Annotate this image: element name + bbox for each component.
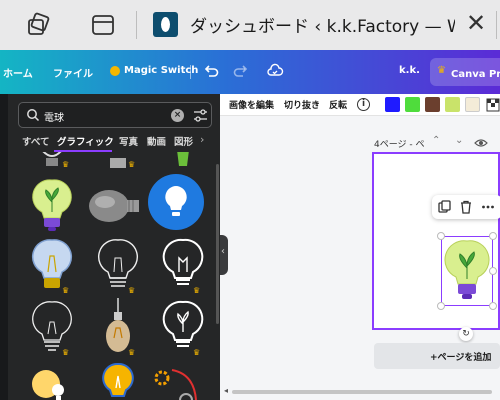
result-item[interactable] (88, 152, 148, 170)
file-menu[interactable]: ファイル (53, 65, 93, 80)
result-item[interactable] (22, 176, 82, 236)
color-swatch[interactable] (385, 97, 400, 112)
tab-separator (496, 11, 497, 39)
result-item[interactable] (153, 236, 213, 296)
canva-pro-label: Canva Proを (451, 69, 500, 80)
duplicate-icon[interactable] (438, 200, 452, 214)
result-item[interactable] (146, 360, 206, 400)
tab-videos[interactable]: 動画 (147, 134, 166, 148)
resize-handle[interactable] (489, 267, 497, 275)
undo-icon[interactable] (202, 62, 220, 80)
add-page-label: +ページを追加 (430, 353, 492, 363)
color-swatch[interactable] (445, 97, 460, 112)
collapse-panel-button[interactable] (220, 235, 228, 275)
resize-handle[interactable] (437, 232, 445, 240)
context-toolbar: 画像を編集 切り抜き 反転 i (220, 94, 500, 116)
tab-graphics[interactable]: グラフィック (57, 134, 114, 148)
resize-handle[interactable] (489, 302, 497, 310)
editor-sidebar (0, 94, 8, 400)
chevron-right-icon[interactable]: › (200, 133, 204, 146)
more-options-icon[interactable] (481, 200, 495, 214)
premium-crown-icon: ♛ (128, 160, 136, 169)
info-icon[interactable]: i (357, 98, 370, 111)
magic-switch-button[interactable]: Magic Switch (124, 65, 198, 76)
home-menu[interactable]: ホーム (3, 65, 33, 80)
scroll-left-icon[interactable]: ◂ (224, 386, 228, 395)
premium-crown-icon: ♛ (62, 348, 70, 357)
search-input[interactable]: 電球 × (18, 102, 212, 128)
result-item[interactable] (22, 298, 82, 358)
chevron-down-icon[interactable]: ⌄ (455, 135, 463, 146)
tab-close-icon[interactable]: ✕ (466, 10, 486, 36)
tab-actions-icon[interactable] (90, 12, 116, 38)
result-item[interactable] (88, 360, 148, 400)
chevron-up-icon[interactable]: ⌃ (432, 135, 440, 146)
toolbar-separator (190, 65, 191, 79)
search-icon (27, 109, 40, 122)
premium-crown-icon: ♛ (62, 286, 70, 295)
horizontal-scrollbar[interactable]: ◂ (222, 386, 500, 398)
trash-icon[interactable] (459, 200, 473, 214)
result-item[interactable] (88, 298, 148, 358)
wordpress-favicon-icon (153, 12, 178, 37)
tab-title[interactable]: ダッシュボード ‹ k.k.Factory — WordPress (190, 12, 455, 37)
result-item[interactable] (22, 360, 82, 400)
graphics-results: ♛ ♛ ♛ ♛ ♛ ♛ ♛ ♛ (8, 152, 220, 400)
canva-top-bar: ホーム ファイル Magic Switch k.k. ♛ Canva Proを (0, 50, 500, 94)
search-value: 電球 (44, 113, 64, 124)
tab-separator (136, 11, 137, 39)
result-item[interactable] (146, 172, 206, 232)
resize-handle[interactable] (489, 232, 497, 240)
edit-image-button[interactable]: 画像を編集 (229, 98, 274, 111)
element-floating-toolbar (432, 195, 500, 219)
tab-photos[interactable]: 写真 (119, 134, 138, 148)
browser-tab-bar: ダッシュボード ‹ k.k.Factory — WordPress ✕ (0, 0, 500, 50)
result-item[interactable] (153, 152, 213, 170)
add-page-button[interactable]: +ページを追加 (374, 343, 500, 369)
selection-frame[interactable] (441, 236, 493, 306)
scrollbar-thumb[interactable] (232, 390, 492, 394)
color-swatch[interactable] (425, 97, 440, 112)
user-name[interactable]: k.k. (399, 65, 420, 76)
clear-search-icon[interactable]: × (171, 109, 184, 122)
magic-switch-icon (110, 66, 120, 76)
redo-icon[interactable] (232, 62, 250, 80)
premium-crown-icon: ♛ (62, 160, 70, 169)
premium-crown-icon: ♛ (193, 348, 201, 357)
premium-crown-icon: ♛ (128, 286, 136, 295)
result-item[interactable] (22, 152, 82, 170)
resize-handle[interactable] (437, 302, 445, 310)
eye-icon[interactable] (474, 138, 488, 148)
panel-scrollbar[interactable] (216, 164, 219, 324)
rotate-icon[interactable]: ↻ (459, 327, 473, 341)
color-swatch[interactable] (405, 97, 420, 112)
premium-crown-icon: ♛ (193, 286, 201, 295)
workspaces-icon[interactable] (25, 12, 51, 38)
result-item[interactable] (22, 236, 82, 296)
result-item[interactable] (83, 176, 143, 236)
page-title[interactable]: 4ページ - ペ (374, 137, 425, 150)
filter-icon[interactable] (193, 108, 208, 123)
result-item[interactable] (153, 298, 213, 358)
tab-all[interactable]: すべて (22, 134, 49, 148)
crop-button[interactable]: 切り抜き (284, 98, 320, 111)
color-swatch[interactable] (465, 97, 480, 112)
transparency-icon[interactable] (486, 98, 500, 112)
premium-crown-icon: ♛ (128, 348, 136, 357)
elements-panel: 電球 × すべて グラフィック 写真 動画 図形 › ♛ ♛ ♛ ♛ ♛ ♛ ♛… (8, 94, 220, 400)
flip-button[interactable]: 反転 (329, 98, 347, 111)
cloud-saved-icon[interactable] (266, 62, 284, 80)
tab-shapes[interactable]: 図形 (174, 134, 193, 148)
result-item[interactable] (88, 236, 148, 296)
crown-icon: ♛ (437, 65, 446, 76)
